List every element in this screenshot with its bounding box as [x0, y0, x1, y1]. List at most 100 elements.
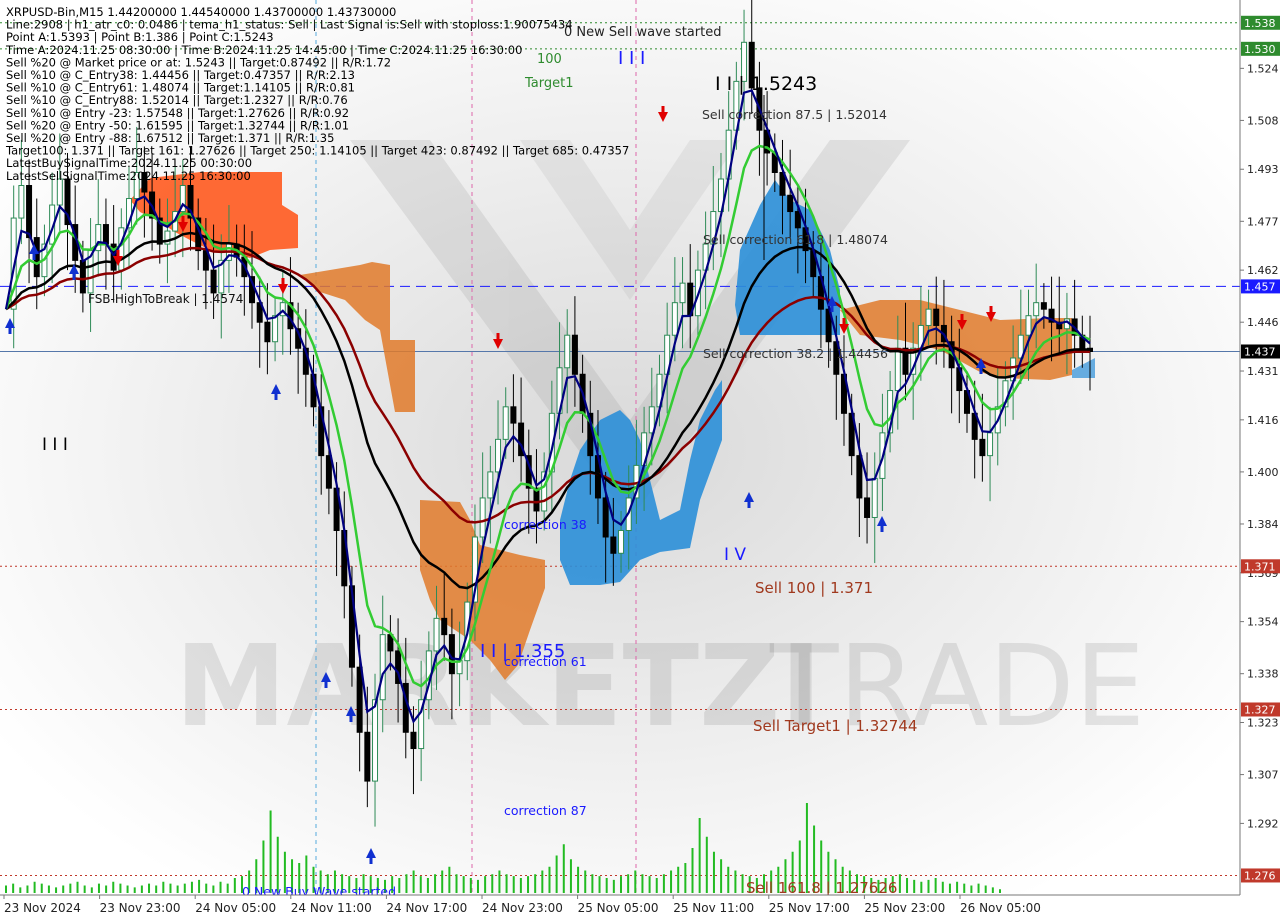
candle-body — [410, 731, 417, 750]
volume-bar — [562, 844, 565, 893]
volume-bar — [684, 863, 687, 893]
y-tick-label: 1.416 — [1247, 414, 1279, 427]
volume-bar — [898, 874, 901, 893]
volume-bar — [491, 874, 494, 893]
y-tick-label: 1.508 — [1247, 114, 1279, 127]
volume-bar — [162, 881, 165, 893]
price-tag-label: 1.437 — [1244, 345, 1276, 358]
candle-body — [864, 497, 871, 518]
volume-bar — [76, 881, 79, 893]
volume-bar — [462, 876, 465, 893]
volume-bar — [448, 866, 451, 893]
candle-body — [210, 269, 217, 294]
correction-38-label: correction 38 — [504, 517, 587, 532]
volume-bar — [484, 876, 487, 893]
volume-bar — [591, 874, 594, 893]
volume-bar — [133, 887, 136, 893]
volume-bar — [677, 866, 680, 893]
x-tick-label: 25 Nov 23:00 — [864, 901, 945, 915]
volume-bar — [119, 883, 122, 893]
candle-body — [979, 438, 986, 457]
volume-bar — [555, 855, 558, 893]
volume-bar — [469, 878, 472, 893]
volume-bar — [405, 874, 408, 893]
sell-correction-618-label: Sell correction 61.8 | 1.48074 — [703, 232, 888, 247]
volume-bar — [269, 810, 272, 893]
volume-bar — [534, 874, 537, 893]
fsb-label: FSB-HighToBreak | 1.4574 — [88, 292, 243, 306]
candle-body — [794, 211, 801, 229]
volume-bar — [527, 876, 530, 893]
volume-bar — [126, 885, 129, 893]
volume-bar — [148, 883, 151, 893]
volume-bar — [33, 881, 36, 893]
volume-bar — [941, 881, 944, 893]
volume-bar — [670, 870, 673, 893]
volume-bar — [69, 883, 72, 893]
x-tick-label: 26 Nov 05:00 — [960, 901, 1041, 915]
candle-body — [671, 302, 678, 336]
candle-body — [787, 194, 794, 213]
price-tag-label: 1.276 — [1244, 869, 1276, 882]
candle-body — [679, 282, 686, 304]
volume-bar — [712, 851, 715, 893]
volume-bar — [112, 881, 115, 893]
candle-body — [487, 471, 494, 499]
volume-bar — [605, 878, 608, 893]
y-tick-label: 1.493 — [1247, 163, 1279, 176]
volume-bar — [19, 887, 22, 893]
target1-label: Target1 — [524, 76, 574, 91]
level-100-label: 100 — [537, 52, 562, 67]
volume-bar — [62, 885, 65, 893]
volume-bar — [212, 885, 215, 893]
volume-bar — [198, 879, 201, 893]
x-tick-label: 24 Nov 23:00 — [482, 901, 563, 915]
volume-bar — [619, 876, 622, 893]
volume-bar — [205, 883, 208, 893]
volume-bar — [598, 876, 601, 893]
volume-bar — [977, 883, 980, 893]
volume-bar — [906, 878, 909, 893]
candle-body — [933, 308, 940, 326]
sell-100-label: Sell 100 | 1.371 — [755, 579, 873, 597]
price-axis: 1.524 1.508 1.493 1.477 1.462 1.446 1.431 1.416… — [1239, 0, 1280, 920]
chart-canvas: MARKETZI TRADE 0 New Sell wave started 1… — [0, 0, 1280, 920]
volume-bar — [519, 878, 522, 893]
volume-bar — [5, 885, 7, 893]
volume-bar — [412, 870, 415, 893]
candle-body — [379, 634, 386, 701]
volume-bar — [648, 876, 651, 893]
y-tick-label: 1.354 — [1247, 616, 1279, 629]
y-tick-label: 1.323 — [1247, 717, 1279, 730]
candle-body — [510, 406, 517, 424]
volume-bar — [948, 883, 951, 893]
candle-body — [264, 321, 271, 343]
wave-ii-top-label: I I I — [618, 48, 645, 69]
volume-bar — [55, 887, 58, 893]
volume-bar — [734, 870, 737, 893]
volume-bar — [741, 874, 744, 893]
y-tick-label: 1.477 — [1247, 215, 1279, 228]
volume-bar — [176, 885, 179, 893]
volume-bar — [498, 870, 501, 893]
candle-body — [479, 497, 486, 538]
candle-body — [433, 617, 440, 652]
volume-bar — [920, 881, 923, 893]
volume-bar — [190, 881, 193, 893]
volume-bar — [47, 885, 50, 893]
candle-body — [502, 406, 509, 440]
x-tick-label: 25 Nov 17:00 — [769, 901, 850, 915]
candle-body — [26, 185, 33, 239]
y-tick-label: 1.462 — [1247, 264, 1279, 277]
y-tick-label: 1.292 — [1247, 817, 1279, 830]
volume-bar — [934, 878, 937, 893]
x-tick-label: 24 Nov 11:00 — [291, 901, 372, 915]
watermark: MARKETZI TRADE — [175, 622, 1145, 752]
price-tag-label: 1.371 — [1244, 560, 1276, 573]
volume-bar — [26, 885, 29, 893]
volume-bar — [226, 883, 229, 893]
sell-target1-label: Sell Target1 | 1.32744 — [753, 717, 917, 735]
y-tick-label: 1.307 — [1247, 769, 1279, 782]
candle-body — [364, 731, 371, 782]
candle-body — [564, 334, 571, 369]
